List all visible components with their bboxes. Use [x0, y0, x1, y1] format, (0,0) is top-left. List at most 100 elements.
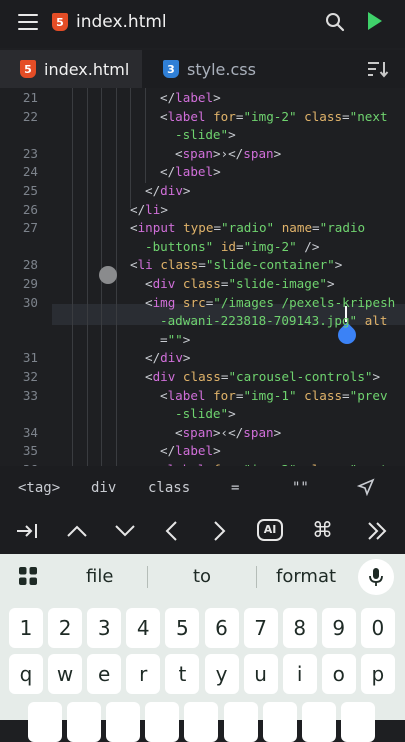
search-icon[interactable]	[325, 12, 345, 32]
key-7[interactable]: 7	[243, 608, 278, 648]
key-0[interactable]: 0	[360, 608, 395, 648]
code-token: <	[145, 276, 153, 291]
key-6[interactable]: 6	[204, 608, 239, 648]
code-token: >	[213, 164, 221, 180]
key-9[interactable]: 9	[321, 608, 356, 648]
symbol-class[interactable]: class	[148, 480, 190, 496]
keyboard: 1234567890 qwertyuiop	[0, 600, 405, 742]
key-t[interactable]: t	[165, 654, 200, 694]
code-token: =	[342, 108, 350, 124]
key-5[interactable]: 5	[165, 608, 200, 648]
send-icon[interactable]	[357, 478, 375, 496]
symbol-div[interactable]: div	[91, 480, 116, 496]
key-u[interactable]: u	[243, 654, 278, 694]
code-token: span	[243, 424, 274, 440]
tab-icon[interactable]	[16, 521, 38, 541]
key[interactable]	[340, 702, 375, 742]
key[interactable]	[106, 702, 141, 742]
suggestion-to[interactable]: to	[193, 566, 211, 587]
suggestion-format[interactable]: format	[276, 566, 336, 587]
key-1[interactable]: 1	[9, 608, 43, 648]
symbol-quotes[interactable]: ""	[292, 480, 309, 496]
key-q[interactable]: q	[9, 654, 43, 694]
file-title-text: index.html	[76, 12, 167, 32]
code-text: <img src="/images /pexels-kripesh	[145, 295, 395, 310]
code-token: "prev	[349, 387, 388, 403]
code-token: alt	[357, 313, 388, 329]
key-8[interactable]: 8	[282, 608, 317, 648]
code-token: "img-1"	[243, 387, 297, 403]
code-text: -slide">	[175, 127, 236, 142]
line-number: 21	[22, 90, 38, 105]
microphone-button[interactable]	[358, 559, 394, 595]
code-text: <label for="img-1" class="prev	[160, 388, 388, 403]
fast-forward-icon[interactable]	[366, 521, 388, 541]
run-icon[interactable]	[368, 12, 382, 30]
key-r[interactable]: r	[126, 654, 161, 694]
code-token: "carousel-controls"	[228, 369, 373, 384]
breakpoint-dot[interactable]	[99, 266, 117, 284]
html5-icon: 5	[20, 60, 36, 78]
line-number: 32	[22, 369, 38, 384]
code-token: </	[160, 164, 176, 180]
key[interactable]	[184, 702, 219, 742]
symbol-tag[interactable]: <tag>	[18, 480, 60, 496]
code-token: </	[145, 183, 161, 198]
sort-icon[interactable]	[367, 60, 389, 78]
key-o[interactable]: o	[321, 654, 356, 694]
symbol-equals[interactable]: =	[231, 480, 239, 496]
key-e[interactable]: e	[87, 654, 122, 694]
menu-icon[interactable]	[18, 14, 38, 30]
key-p[interactable]: p	[360, 654, 395, 694]
code-token: >	[334, 257, 343, 273]
key[interactable]	[28, 702, 62, 742]
code-token: -slide"	[175, 127, 229, 143]
code-token: </	[130, 201, 146, 217]
code-token: >‹</	[212, 424, 244, 440]
code-token: <	[145, 369, 153, 384]
key[interactable]	[67, 702, 102, 742]
code-token: >	[213, 443, 221, 459]
key[interactable]	[301, 702, 336, 742]
code-token: =	[213, 220, 222, 236]
code-token: span	[182, 424, 213, 440]
tab-index-html[interactable]: 5 index.html	[0, 50, 142, 88]
code-token: for	[205, 108, 236, 124]
html5-icon: 5	[52, 13, 68, 31]
code-token: =	[342, 387, 350, 403]
key-2[interactable]: 2	[48, 608, 83, 648]
command-icon[interactable]: ⌘	[312, 518, 333, 542]
code-token: label	[175, 164, 214, 180]
key-w[interactable]: w	[48, 654, 83, 694]
code-editor[interactable]: 21 </label> 22 <label for="img-2" class="ne…	[0, 88, 405, 466]
key-4[interactable]: 4	[126, 608, 161, 648]
tab-style-css[interactable]: 3 style.css	[143, 50, 273, 88]
code-token: div	[152, 369, 176, 384]
key[interactable]	[262, 702, 297, 742]
code-token: >	[182, 183, 191, 198]
line-number: 34	[22, 424, 38, 440]
ai-icon[interactable]: AI	[257, 519, 283, 541]
code-token: =	[236, 238, 244, 254]
key[interactable]	[145, 702, 180, 742]
apps-grid-icon[interactable]	[18, 566, 38, 586]
code-token: >	[273, 424, 282, 440]
divider	[147, 566, 148, 588]
key-i[interactable]: i	[282, 654, 317, 694]
key-y[interactable]: y	[204, 654, 239, 694]
up-icon[interactable]	[66, 523, 88, 539]
key[interactable]	[223, 702, 258, 742]
down-icon[interactable]	[114, 523, 136, 539]
code-text: ="">	[160, 332, 190, 347]
code-token: "next	[349, 108, 388, 124]
code-token: class	[175, 276, 221, 291]
left-icon[interactable]	[163, 520, 179, 542]
key-3[interactable]: 3	[87, 608, 122, 648]
code-token: <	[145, 294, 153, 310]
code-token: label	[167, 387, 206, 403]
code-text: <span>›</span>	[175, 146, 281, 161]
code-token: >	[372, 369, 381, 384]
code-token: id	[213, 238, 236, 254]
suggestion-file[interactable]: file	[86, 566, 113, 587]
right-icon[interactable]	[212, 520, 228, 542]
